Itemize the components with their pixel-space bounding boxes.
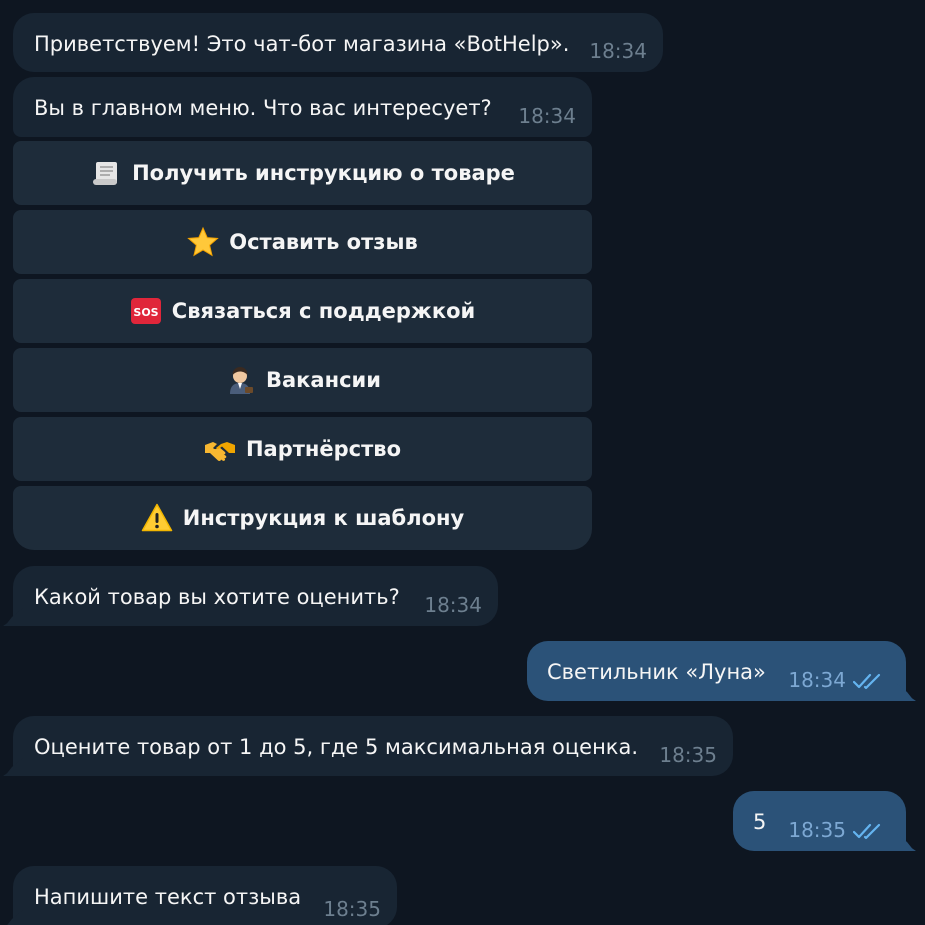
- message-text: Светильник «Луна»: [547, 660, 766, 684]
- message-text: Приветствуем! Это чат-бот магазина «BotH…: [34, 32, 570, 56]
- message-time: 18:34: [589, 39, 647, 63]
- keyboard-button-template-instructions[interactable]: Инструкция к шаблону: [13, 486, 592, 550]
- message-time: 18:35: [323, 897, 381, 921]
- message-time: 18:34: [424, 593, 482, 617]
- incoming-message: Приветствуем! Это чат-бот магазина «BotH…: [13, 13, 663, 72]
- keyboard-button-label: Получить инструкцию о товаре: [132, 161, 515, 185]
- keyboard-button-label: Связаться с поддержкой: [171, 299, 476, 323]
- message-text: Какой товар вы хотите оценить?: [34, 585, 400, 609]
- bubble-tail: [3, 758, 23, 776]
- keyboard-button-contact-support[interactable]: SOS Связаться с поддержкой: [13, 279, 592, 343]
- incoming-message: Напишите текст отзыва 18:35: [13, 866, 397, 925]
- keyboard-button-label: Инструкция к шаблону: [182, 506, 465, 530]
- bubble-tail: [3, 910, 23, 925]
- svg-text:SOS: SOS: [133, 306, 158, 319]
- bubble-tail: [896, 683, 916, 701]
- keyboard-button-vacancies[interactable]: Вакансии: [13, 348, 592, 412]
- keyboard-button-partnership[interactable]: Партнёрство: [13, 417, 592, 481]
- incoming-message: Оцените товар от 1 до 5, где 5 максималь…: [13, 716, 733, 776]
- handshake-icon: [204, 442, 235, 462]
- message-time: 18:34: [518, 104, 576, 128]
- keyboard-button-label: Вакансии: [266, 368, 381, 392]
- outgoing-message: Светильник «Луна» 18:34: [527, 641, 906, 701]
- double-check-icon: [853, 673, 881, 690]
- outgoing-message: 5 18:35: [733, 791, 906, 851]
- double-check-icon: [853, 823, 881, 840]
- scroll-icon: [93, 162, 118, 185]
- keyboard-button-label: Оставить отзыв: [229, 230, 418, 254]
- incoming-message: Вы в главном меню. Что вас интересует? 1…: [13, 77, 592, 137]
- star-icon: [187, 226, 219, 257]
- warning-icon: [141, 503, 173, 532]
- incoming-message: Какой товар вы хотите оценить? 18:34: [13, 566, 498, 626]
- message-text: 5: [753, 810, 767, 834]
- office-worker-icon: [230, 367, 253, 394]
- sos-icon: SOS: [130, 298, 161, 324]
- message-time: 18:34: [788, 668, 846, 692]
- bubble-tail: [3, 608, 23, 626]
- chat-history: Приветствуем! Это чат-бот магазина «BotH…: [0, 0, 925, 925]
- keyboard-button-leave-review[interactable]: Оставить отзыв: [13, 210, 592, 274]
- keyboard-button-label: Партнёрство: [245, 437, 402, 461]
- message-text: Вы в главном меню. Что вас интересует?: [34, 96, 492, 120]
- message-time: 18:35: [659, 743, 717, 767]
- message-text: Напишите текст отзыва: [34, 885, 302, 909]
- keyboard-button-product-instructions[interactable]: Получить инструкцию о товаре: [13, 141, 592, 205]
- message-text: Оцените товар от 1 до 5, где 5 максималь…: [34, 735, 639, 759]
- bubble-tail: [896, 833, 916, 851]
- message-time: 18:35: [788, 818, 846, 842]
